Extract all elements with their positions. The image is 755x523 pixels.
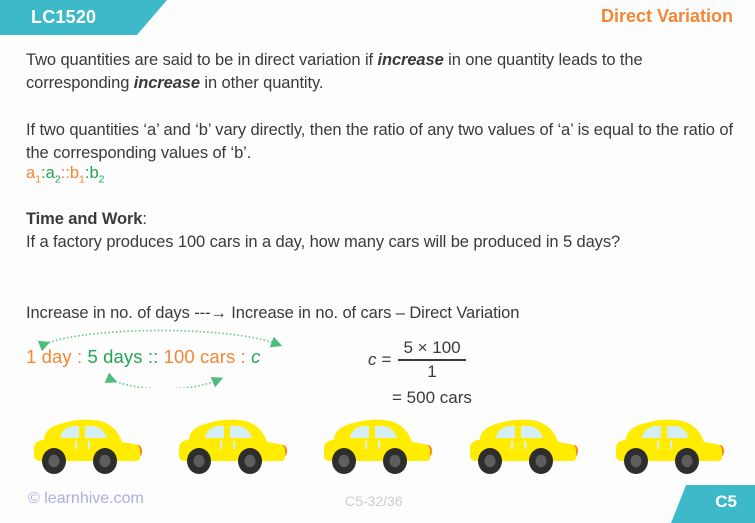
slide-canvas: LC1520 Direct Variation Two quantities a… xyxy=(0,0,755,523)
ratio-term-b2: b2 xyxy=(89,164,105,186)
chapter-badge-label: C5 xyxy=(715,492,737,511)
equation-row-2: = 500 cars xyxy=(368,388,472,408)
car-icon xyxy=(612,408,732,476)
chapter-badge xyxy=(671,485,755,523)
proportion-separator-1: : xyxy=(71,346,88,367)
definition-emphasis-2: increase xyxy=(133,74,200,92)
equation-variable: c xyxy=(368,349,377,369)
definition-text-part3: in other quantity. xyxy=(199,74,324,92)
ratio-term-b1: b1 xyxy=(69,164,85,185)
equation-row-1: c = 5 × 100 1 xyxy=(368,338,472,382)
ratio-a2-base: a xyxy=(45,164,55,182)
solution-equation: c = 5 × 100 1 = 500 cars xyxy=(368,338,472,408)
proportion-term-4: c xyxy=(251,346,261,367)
ratio-b2-base: b xyxy=(89,164,99,182)
proportion-figure: c --> 100 cars --> 1 day : 5 days :: 100… xyxy=(0,328,360,388)
slide-header: LC1520 Direct Variation xyxy=(0,0,755,35)
fraction-numerator: 5 × 100 xyxy=(403,338,461,357)
definition-text-part1: Two quantities are said to be in direct … xyxy=(26,51,378,69)
relation-statement: Increase in no. of days ---→ Increase in… xyxy=(26,304,520,322)
ratio-b1-base: b xyxy=(69,164,80,182)
page-title: Direct Variation xyxy=(600,6,733,26)
car-icon xyxy=(466,408,586,476)
proportion-separator-2: :: xyxy=(142,346,164,367)
proportion-term-2: 5 days xyxy=(87,346,143,367)
worked-question: If a factory produces 100 cars in a day,… xyxy=(26,233,621,251)
proportion-separator-3: : xyxy=(235,346,252,367)
section-heading-row: Time and Work: xyxy=(26,208,738,231)
definition-emphasis-1: increase xyxy=(377,51,444,69)
equation-equals-sign: = xyxy=(381,349,392,369)
slide-footer: © learnhive.com C5-32/36 C5 xyxy=(0,480,755,523)
fraction-denominator: 1 xyxy=(427,361,437,381)
section-heading-colon: : xyxy=(142,210,147,228)
car-illustration-row xyxy=(0,408,755,476)
ratio-a1-base: a xyxy=(26,164,36,182)
arc-bottom xyxy=(104,372,224,388)
proportion-term-3: 100 cars xyxy=(163,346,236,367)
equation-result: 500 cars xyxy=(406,387,472,407)
section-heading: Time and Work xyxy=(26,210,143,228)
ratio-b2-subscript: 2 xyxy=(98,173,105,186)
equation-fraction: 5 × 100 1 xyxy=(398,338,466,382)
ratio-rule-paragraph: If two quantities ‘a’ and ‘b’ vary direc… xyxy=(26,121,733,162)
ratio-colon-2: :: xyxy=(60,164,70,182)
lesson-code-label: LC1520 xyxy=(31,7,97,27)
proportion-expression: 1 day : 5 days :: 100 cars : c xyxy=(26,346,260,368)
equation-result-equals: = xyxy=(392,387,402,407)
page-code-label: C5-32/36 xyxy=(345,493,403,509)
car-icon xyxy=(320,408,440,476)
ratio-notation: a1:a2::b1:b2 xyxy=(26,164,104,185)
ratio-term-a1: a1 xyxy=(26,164,41,185)
proportion-term-1: 1 day xyxy=(26,346,72,367)
copyright-label: © learnhive.com xyxy=(28,490,144,507)
definition-paragraph: Two quantities are said to be in direct … xyxy=(26,49,738,95)
car-icon xyxy=(175,408,295,476)
ratio-term-a2: a2 xyxy=(45,164,61,185)
car-icon xyxy=(30,408,150,476)
arc-top xyxy=(37,329,283,352)
